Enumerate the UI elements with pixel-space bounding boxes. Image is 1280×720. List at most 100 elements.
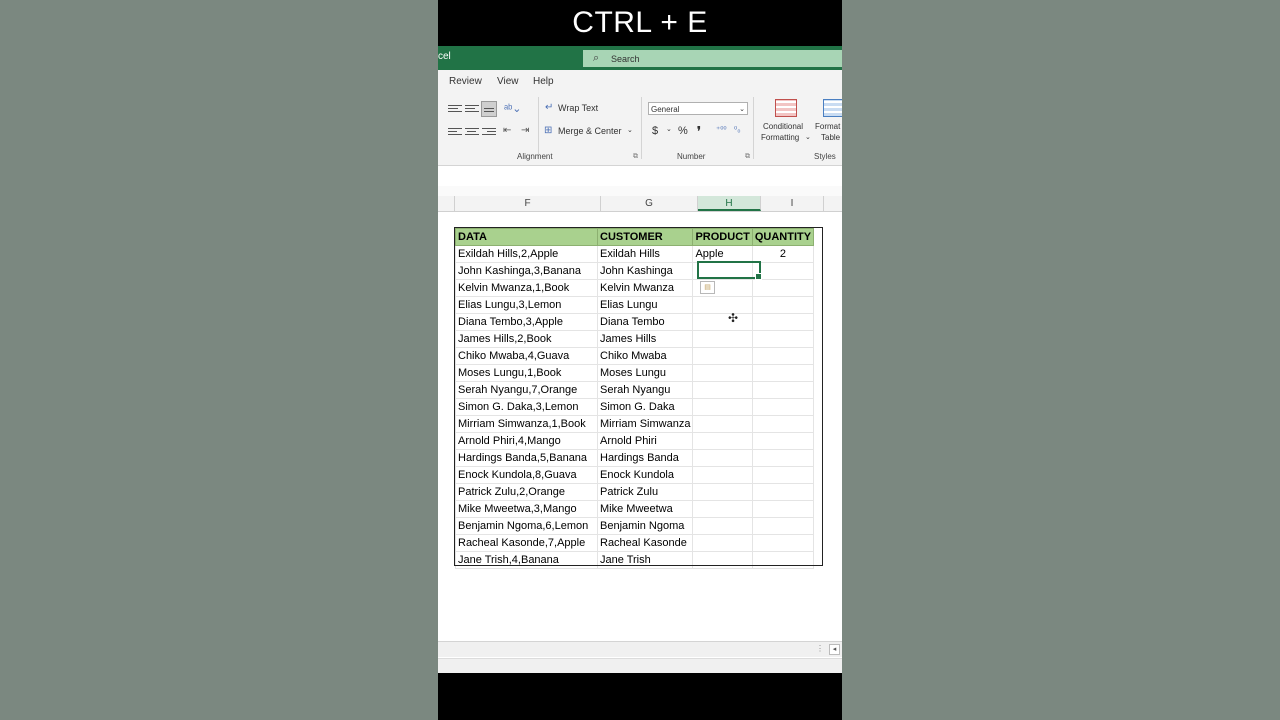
table-cell[interactable]: Moses Lungu,1,Book xyxy=(455,364,598,382)
align-center-icon[interactable] xyxy=(465,126,479,138)
table-cell[interactable] xyxy=(751,347,815,365)
table-cell[interactable]: Serah Nyangu,7,Orange xyxy=(455,381,598,399)
percent-button[interactable]: % xyxy=(678,125,688,137)
table-cell[interactable]: Chiko Mwaba xyxy=(596,347,694,365)
chevron-down-icon[interactable]: ⌄ xyxy=(627,126,633,134)
table-cell[interactable] xyxy=(751,466,815,484)
table-cell[interactable] xyxy=(692,534,753,552)
dialog-launcher-icon[interactable]: ⧉ xyxy=(745,153,750,161)
orientation-icon[interactable]: ᵃᵇ⌄ xyxy=(504,102,521,115)
table-cell[interactable]: Arnold Phiri,4,Mango xyxy=(455,432,598,450)
align-left-icon[interactable] xyxy=(448,126,462,138)
scrollbar-grip-icon[interactable]: ⋮ xyxy=(816,644,824,653)
table-cell[interactable]: Kelvin Mwanza,1,Book xyxy=(455,279,598,297)
conditional-formatting-line1[interactable]: Conditional xyxy=(763,122,803,131)
increase-indent-icon[interactable]: ⇥ xyxy=(521,125,529,136)
top-align-icon[interactable] xyxy=(448,103,462,115)
table-cell[interactable]: Arnold Phiri xyxy=(596,432,694,450)
table-cell[interactable] xyxy=(692,551,753,569)
table-cell[interactable]: John Kashinga,3,Banana xyxy=(455,262,598,280)
table-cell[interactable] xyxy=(751,381,815,399)
table-cell[interactable] xyxy=(692,364,753,382)
table-cell[interactable] xyxy=(751,534,815,552)
column-header-i[interactable]: I xyxy=(761,196,824,211)
comma-button[interactable]: ❜ xyxy=(697,124,701,138)
table-cell[interactable] xyxy=(692,432,753,450)
tab-review[interactable]: Review xyxy=(449,76,482,87)
table-cell[interactable]: Exildah Hills,2,Apple xyxy=(455,245,598,263)
table-cell[interactable]: Serah Nyangu xyxy=(596,381,694,399)
table-cell[interactable]: Benjamin Ngoma,6,Lemon xyxy=(455,517,598,535)
table-cell[interactable] xyxy=(751,449,815,467)
table-cell[interactable] xyxy=(692,381,753,399)
table-cell[interactable] xyxy=(751,398,815,416)
table-cell[interactable]: Moses Lungu xyxy=(596,364,694,382)
table-cell[interactable] xyxy=(692,466,753,484)
table-cell[interactable] xyxy=(751,551,815,569)
table-cell[interactable]: 2 xyxy=(751,245,815,263)
format-table-line2[interactable]: Table xyxy=(821,133,840,142)
chevron-down-icon[interactable]: ⌄ xyxy=(805,133,811,141)
horizontal-scrollbar[interactable]: ⋮ ◂ xyxy=(438,641,842,657)
table-cell[interactable] xyxy=(692,415,753,433)
merge-center-button[interactable]: Merge & Center xyxy=(558,126,622,136)
conditional-formatting-line2[interactable]: Formatting xyxy=(761,133,799,142)
table-cell[interactable] xyxy=(692,483,753,501)
tab-help[interactable]: Help xyxy=(533,76,554,87)
flash-fill-options-icon[interactable]: ▤ xyxy=(700,281,715,294)
table-cell[interactable] xyxy=(692,517,753,535)
table-cell[interactable] xyxy=(751,296,815,314)
table-cell[interactable]: Hardings Banda xyxy=(596,449,694,467)
column-header-f[interactable]: F xyxy=(455,196,601,211)
table-cell[interactable]: Jane Trish xyxy=(596,551,694,569)
table-cell[interactable]: Simon G. Daka,3,Lemon xyxy=(455,398,598,416)
bottom-align-icon[interactable] xyxy=(481,101,497,117)
table-cell[interactable] xyxy=(751,432,815,450)
table-cell[interactable] xyxy=(751,279,815,297)
table-cell[interactable]: James Hills xyxy=(596,330,694,348)
table-cell[interactable]: Enock Kundola xyxy=(596,466,694,484)
tab-view[interactable]: View xyxy=(497,76,519,87)
table-cell[interactable]: Racheal Kasonde,7,Apple xyxy=(455,534,598,552)
number-format-select[interactable]: General ⌄ xyxy=(648,102,748,115)
table-cell[interactable] xyxy=(692,296,753,314)
table-cell[interactable]: Diana Tembo xyxy=(596,313,694,331)
table-cell[interactable]: Diana Tembo,3,Apple xyxy=(455,313,598,331)
align-right-icon[interactable] xyxy=(482,126,496,138)
increase-decimal-icon[interactable]: ⁺⁰⁰ xyxy=(716,125,727,134)
column-header-g[interactable]: G xyxy=(601,196,698,211)
header-cell[interactable]: QUANTITY xyxy=(751,228,815,246)
table-cell[interactable]: Simon G. Daka xyxy=(596,398,694,416)
table-cell[interactable]: Apple xyxy=(692,245,753,263)
table-cell[interactable] xyxy=(751,330,815,348)
search-box[interactable]: ⌕ Search xyxy=(583,50,842,67)
table-cell[interactable]: Mirriam Simwanza,1,Book xyxy=(455,415,598,433)
table-cell[interactable]: Kelvin Mwanza xyxy=(596,279,694,297)
table-cell[interactable]: Mike Mweetwa xyxy=(596,500,694,518)
scroll-left-icon[interactable]: ◂ xyxy=(829,644,840,655)
wrap-text-button[interactable]: Wrap Text xyxy=(558,103,598,113)
formula-bar[interactable] xyxy=(438,166,842,187)
active-cell-selection[interactable] xyxy=(697,261,762,280)
dialog-launcher-icon[interactable]: ⧉ xyxy=(633,153,638,161)
column-header-h[interactable]: H xyxy=(698,196,761,211)
table-cell[interactable] xyxy=(692,500,753,518)
table-cell[interactable] xyxy=(751,364,815,382)
table-cell[interactable]: Patrick Zulu xyxy=(596,483,694,501)
table-cell[interactable]: Patrick Zulu,2,Orange xyxy=(455,483,598,501)
table-cell[interactable]: Jane Trish,4,Banana xyxy=(455,551,598,569)
table-cell[interactable] xyxy=(751,415,815,433)
table-cell[interactable] xyxy=(692,330,753,348)
table-cell[interactable] xyxy=(692,449,753,467)
format-table-line1[interactable]: Format xyxy=(815,122,840,131)
table-cell[interactable] xyxy=(751,483,815,501)
currency-button[interactable]: $ xyxy=(652,125,658,137)
decrease-decimal-icon[interactable]: ⁰₀ xyxy=(734,125,741,134)
table-cell[interactable] xyxy=(751,517,815,535)
table-cell[interactable] xyxy=(692,313,753,331)
table-cell[interactable]: John Kashinga xyxy=(596,262,694,280)
header-cell[interactable]: CUSTOMER xyxy=(596,228,694,246)
table-cell[interactable]: Hardings Banda,5,Banana xyxy=(455,449,598,467)
table-cell[interactable]: Elias Lungu xyxy=(596,296,694,314)
table-cell[interactable]: Racheal Kasonde xyxy=(596,534,694,552)
